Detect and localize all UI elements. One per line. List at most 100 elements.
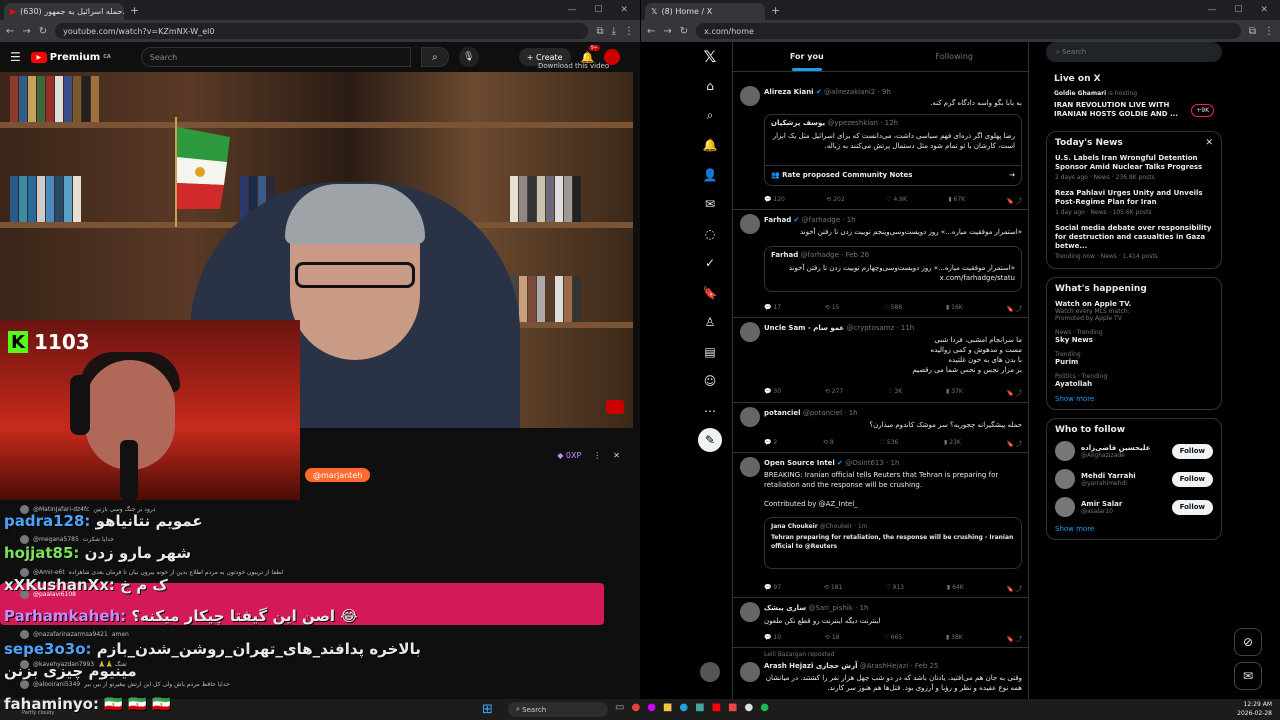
gmail-icon[interactable]: ■ [728, 702, 737, 713]
grok-float-icon[interactable]: ⊘ [1234, 628, 1262, 656]
avatar[interactable] [740, 602, 760, 622]
messages-icon[interactable]: ✉ [690, 190, 730, 220]
repost-button[interactable]: ⟲ 18 [825, 634, 840, 643]
edge-icon[interactable]: ● [679, 702, 688, 713]
tweet[interactable]: ساری پیشک @Sari_pishik · 1h اینترنت دیگه… [733, 598, 1028, 648]
news-item[interactable]: Social media debate over responsibility … [1055, 224, 1213, 260]
tab-youtube[interactable]: ▶(630) حمله اسرائیل به جمهور... [4, 3, 124, 20]
views-button[interactable]: ▮ 23K [944, 439, 961, 448]
views-button[interactable]: ▮ 67K [948, 196, 965, 205]
forward-icon[interactable]: → [663, 26, 671, 37]
notifications-icon[interactable]: 🔔 [690, 131, 730, 161]
like-button[interactable]: ♡ 588 [883, 304, 902, 313]
repost-button[interactable]: ⟲ 277 [825, 388, 843, 397]
follow-suggestion[interactable]: Mehdi Yarrahi @yarrahimehdi Follow [1055, 469, 1213, 489]
new-tab-button[interactable]: + [130, 4, 139, 17]
bookmark-icon[interactable]: 🔖 ⤴ [1007, 439, 1022, 448]
show-more-link[interactable]: Show more [1055, 395, 1213, 403]
tweet-author[interactable]: Alireza Kiani [764, 88, 814, 96]
grok-icon[interactable]: ◌ [690, 219, 730, 249]
reload-icon[interactable]: ↻ [680, 26, 688, 37]
maximize-icon[interactable]: ☐ [1234, 5, 1242, 15]
avatar[interactable] [740, 86, 760, 106]
reply-button[interactable]: 💬 2 [764, 439, 777, 448]
tweet-author[interactable]: Farhad [764, 216, 791, 224]
show-more-link[interactable]: Show more [1055, 525, 1213, 533]
app-icon[interactable]: ● [647, 702, 656, 713]
bookmark-icon[interactable]: 🔖 ⤴ [1007, 304, 1022, 313]
avatar[interactable] [740, 214, 760, 234]
avatar[interactable] [740, 322, 760, 342]
views-button[interactable]: ▮ 37K [946, 388, 963, 397]
hamburger-icon[interactable]: ☰ [10, 50, 21, 64]
close-chat-icon[interactable]: ✕ [613, 451, 620, 460]
youtube-icon[interactable]: ■ [712, 702, 721, 713]
menu-icon[interactable]: ⋮ [624, 26, 634, 37]
close-icon[interactable]: ✕ [620, 5, 628, 15]
tab-x-home[interactable]: 𝕏 (8) Home / X [645, 3, 765, 20]
mention-pill[interactable]: @marjanteh [305, 468, 371, 482]
follow-icon[interactable]: 👤 [690, 160, 730, 190]
trend-item[interactable]: Trending Purim [1055, 351, 1213, 366]
like-button[interactable]: ♡ 4.9K [886, 196, 907, 205]
repost-button[interactable]: ⟲ 8 [823, 439, 834, 448]
repost-button[interactable]: ⟲ 202 [826, 196, 844, 205]
follow-button[interactable]: Follow [1171, 443, 1213, 459]
views-button[interactable]: ▮ 38K [946, 634, 963, 643]
live-card[interactable]: Live on X Goldie Ghamari is hosting IRAN… [1046, 70, 1222, 123]
chrome-icon[interactable]: ● [631, 702, 640, 713]
extensions-icon[interactable]: ⧉ [1249, 26, 1256, 37]
spotify-icon[interactable]: ● [760, 702, 769, 713]
reply-button[interactable]: 💬 120 [764, 196, 785, 205]
x-logo-icon[interactable]: 𝕏 [690, 42, 730, 72]
tweet-author[interactable]: Arash Hejazi آرش حجازی [764, 662, 858, 670]
taskbar-search[interactable]: ⌕ Search [508, 702, 608, 717]
trend-item[interactable]: Watch on Apple TV. Watch every MLS match.… [1055, 300, 1213, 322]
bookmark-icon[interactable]: 🔖 ⤴ [1007, 196, 1022, 205]
community-notes-link[interactable]: 👥 Rate proposed Community Notes → [765, 165, 1021, 185]
more-icon[interactable]: ⋮ [593, 451, 601, 460]
follow-suggestion[interactable]: علیحسین قاضی‌زاده @Alighazizade Follow [1055, 441, 1213, 461]
avatar[interactable] [740, 662, 760, 682]
tweet-author[interactable]: ساری پیشک [764, 604, 806, 612]
news-item[interactable]: U.S. Labels Iran Wrongful Detention Spon… [1055, 154, 1213, 181]
repost-button[interactable]: ⟲ 181 [824, 584, 842, 593]
url-field[interactable]: x.com/home [696, 23, 1241, 39]
communities-icon[interactable]: ▤ [690, 337, 730, 367]
youtube-logo[interactable]: ▶ Premium CA [30, 51, 111, 63]
views-button[interactable]: ▮ 16K [946, 304, 963, 313]
tweet[interactable]: Farhad ✔ @farhadge · 1h «استمرار موفقیت … [733, 210, 1028, 318]
start-icon[interactable]: ⊞ [482, 702, 493, 717]
like-button[interactable]: ♡ 536 [880, 439, 899, 448]
menu-icon[interactable]: ⋮ [1264, 26, 1274, 37]
home-icon[interactable]: ⌂ [690, 72, 730, 102]
repost-button[interactable]: ⟲ 15 [825, 304, 840, 313]
forward-icon[interactable]: → [22, 26, 30, 37]
tab-following[interactable]: Following [881, 42, 1029, 71]
extensions-icon[interactable]: ⧉ [596, 26, 603, 37]
url-field[interactable]: youtube.com/watch?v=KZmNX-W_el0 [55, 23, 589, 39]
account-avatar[interactable] [700, 662, 720, 682]
jobs-icon[interactable]: ♙ [690, 308, 730, 338]
app-icon[interactable]: ● [744, 702, 753, 713]
bookmark-icon[interactable]: 🔖 ⤴ [1007, 584, 1022, 593]
new-tab-button[interactable]: + [771, 4, 780, 17]
reply-button[interactable]: 💬 97 [764, 584, 781, 593]
tweet-author[interactable]: Uncle Sam - عمو سام [764, 324, 844, 332]
follow-button[interactable]: Follow [1171, 499, 1213, 515]
tweet[interactable]: Leili Bazargan reposted Arash Hejazi آرش… [733, 648, 1028, 699]
x-search-input[interactable]: ⌕ Search [1046, 42, 1222, 62]
trend-item[interactable]: News · Trending Sky News [1055, 329, 1213, 344]
search-input[interactable]: Search [140, 47, 411, 67]
reply-button[interactable]: 💬 10 [764, 634, 781, 643]
avatar[interactable] [740, 457, 760, 477]
views-button[interactable]: ▮ 64K [947, 584, 964, 593]
explore-icon[interactable]: ⌕ [690, 101, 730, 131]
store-icon[interactable]: ■ [695, 702, 704, 713]
bookmarks-icon[interactable]: 🔖 [690, 278, 730, 308]
follow-button[interactable]: Follow [1171, 471, 1213, 487]
more-icon[interactable]: ⋯ [690, 396, 730, 426]
reply-button[interactable]: 💬 30 [764, 388, 781, 397]
quote-tweet[interactable]: یوسف پزشکیان @ypezeshkian · 12h رضا پهلو… [764, 114, 1022, 186]
reply-button[interactable]: 💬 17 [764, 304, 781, 313]
